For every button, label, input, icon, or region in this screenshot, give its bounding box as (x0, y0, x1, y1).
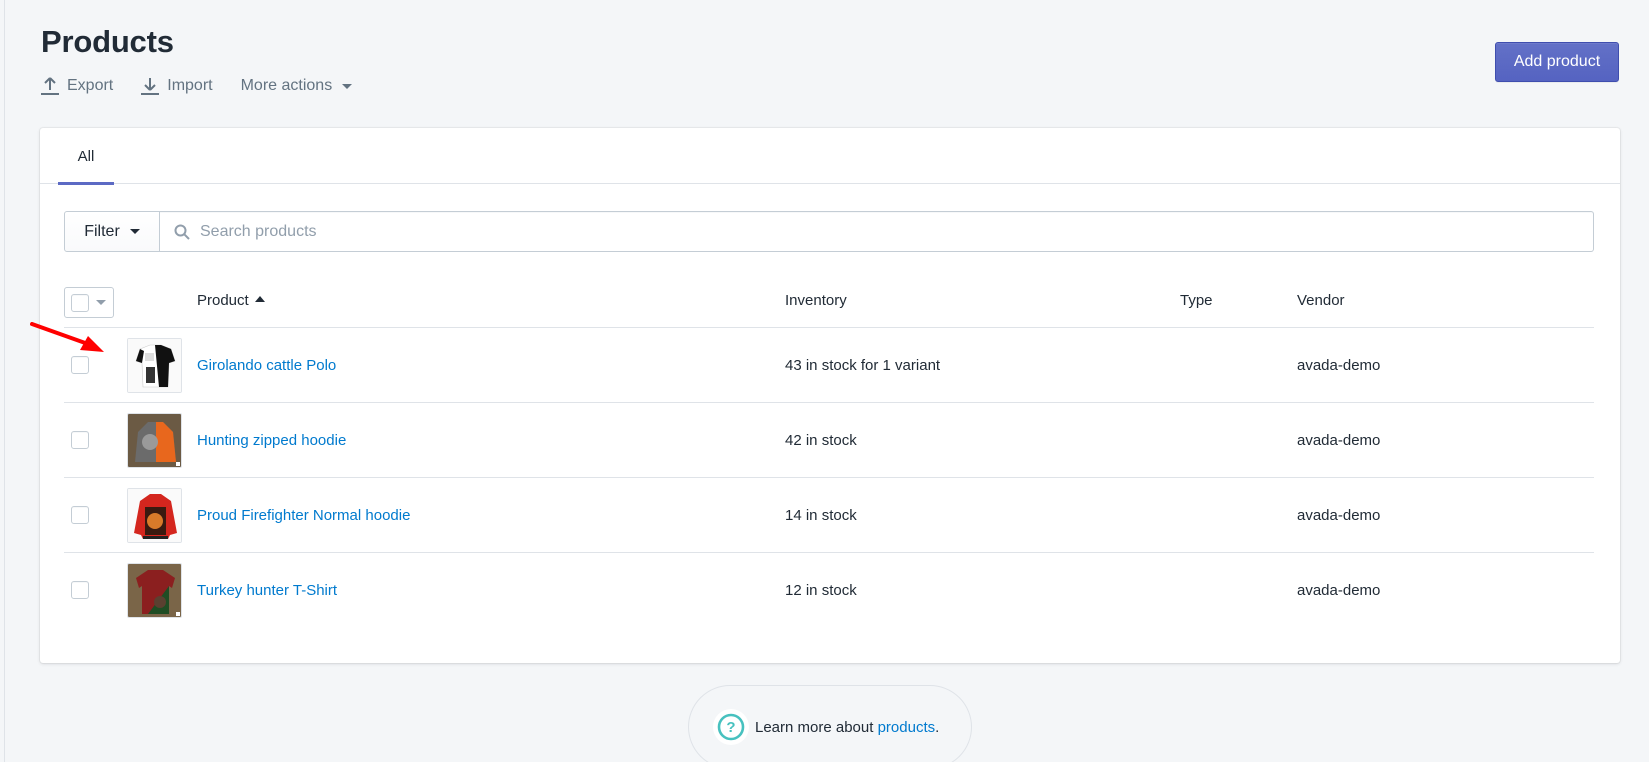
column-header-inventory[interactable]: Inventory (785, 272, 847, 328)
vendor-cell: avada-demo (1297, 507, 1381, 524)
product-list: Girolando cattle Polo 43 in stock for 1 … (64, 328, 1594, 628)
import-label: Import (167, 77, 213, 94)
filter-bar: Filter (64, 211, 1594, 252)
help-footer: ? Learn more about products . (688, 685, 972, 762)
product-thumbnail[interactable] (127, 338, 182, 393)
hoodie-image (128, 414, 181, 467)
product-thumbnail[interactable] (127, 413, 182, 468)
vendor-cell: avada-demo (1297, 582, 1381, 599)
bulk-select-button[interactable] (64, 287, 114, 318)
product-thumbnail[interactable] (127, 563, 182, 618)
more-actions-button[interactable]: More actions (241, 77, 353, 95)
inventory-cell: 42 in stock (785, 432, 857, 449)
turkey-tshirt-image (128, 564, 181, 617)
add-product-button[interactable]: Add product (1495, 42, 1619, 82)
secondary-actions: Export Import More actions (41, 76, 380, 96)
column-header-product[interactable]: Product (197, 272, 265, 328)
search-field[interactable] (160, 211, 1594, 252)
inventory-cell: 12 in stock (785, 582, 857, 599)
row-checkbox[interactable] (71, 356, 89, 374)
sort-ascending-icon (254, 295, 265, 302)
select-all-checkbox[interactable] (71, 293, 89, 312)
firefighter-hoodie-image (128, 489, 181, 542)
caret-down-icon (342, 83, 353, 89)
product-name-link[interactable]: Turkey hunter T-Shirt (197, 553, 337, 628)
tab-bar: All (40, 128, 1620, 185)
more-actions-label: More actions (240, 77, 333, 94)
import-button[interactable]: Import (141, 76, 213, 96)
help-suffix: . (935, 718, 940, 736)
polo-shirt-image (128, 339, 181, 392)
export-button[interactable]: Export (41, 76, 113, 96)
product-name-link[interactable]: Hunting zipped hoodie (197, 403, 346, 478)
search-input[interactable] (200, 222, 1593, 241)
product-name-link[interactable]: Proud Firefighter Normal hoodie (197, 478, 410, 553)
vendor-cell: avada-demo (1297, 357, 1381, 374)
row-checkbox[interactable] (71, 506, 89, 524)
export-label: Export (67, 77, 114, 94)
caret-down-icon (129, 229, 140, 234)
products-card: All Filter Product Inventory Type Vendor (40, 128, 1620, 663)
row-checkbox[interactable] (71, 581, 89, 599)
products-help-link[interactable]: products (878, 719, 936, 736)
table-row: Hunting zipped hoodie 42 in stock avada-… (64, 403, 1594, 478)
search-icon (174, 224, 190, 240)
help-text: Learn more about (755, 718, 878, 736)
page-title: Products (41, 24, 174, 59)
help-icon: ? (713, 709, 749, 745)
svg-text:?: ? (726, 719, 735, 736)
tab-all[interactable]: All (58, 128, 114, 185)
column-label-product: Product (197, 291, 249, 309)
product-name-link[interactable]: Girolando cattle Polo (197, 328, 336, 403)
table-row: Proud Firefighter Normal hoodie 14 in st… (64, 478, 1594, 553)
row-checkbox[interactable] (71, 431, 89, 449)
caret-down-icon (96, 300, 106, 305)
vendor-cell: avada-demo (1297, 432, 1381, 449)
inventory-cell: 43 in stock for 1 variant (785, 357, 941, 374)
table-header: Product Inventory Type Vendor (64, 272, 1594, 328)
annotation-arrow-icon (30, 322, 104, 352)
product-thumbnail[interactable] (127, 488, 182, 543)
filter-label: Filter (84, 222, 120, 240)
table-row: Girolando cattle Polo 43 in stock for 1 … (64, 328, 1594, 403)
filter-button[interactable]: Filter (64, 211, 160, 252)
import-icon (141, 78, 160, 95)
column-header-vendor[interactable]: Vendor (1297, 272, 1345, 328)
table-row: Turkey hunter T-Shirt 12 in stock avada-… (64, 553, 1594, 628)
left-edge-divider (0, 0, 5, 762)
column-header-type[interactable]: Type (1180, 272, 1213, 328)
inventory-cell: 14 in stock (785, 507, 857, 524)
export-icon (41, 77, 59, 95)
